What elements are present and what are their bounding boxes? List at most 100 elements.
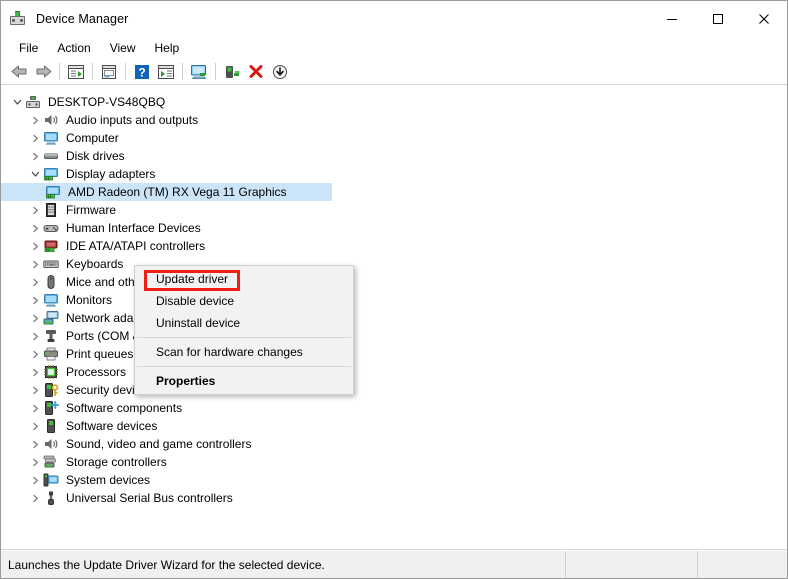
chevron-right-icon[interactable]	[27, 147, 43, 165]
context-menu-item-update-driver[interactable]: Update driver	[135, 268, 353, 290]
tree-item-label: Display adapters	[66, 167, 156, 181]
minimize-button[interactable]	[649, 1, 695, 36]
chevron-right-icon[interactable]	[27, 291, 43, 309]
tree-item-computer[interactable]: Computer	[1, 129, 787, 147]
status-panel-3	[698, 551, 787, 578]
chevron-right-icon[interactable]	[27, 363, 43, 381]
context-menu-item-scan-for-hardware-changes[interactable]: Scan for hardware changes	[135, 341, 353, 363]
chevron-right-icon[interactable]	[27, 273, 43, 291]
tree-item-human-interface-devices[interactable]: Human Interface Devices	[1, 219, 787, 237]
toolbar: ?	[1, 59, 787, 85]
tree-item-audio-inputs-and-outputs[interactable]: Audio inputs and outputs	[1, 111, 787, 129]
tree-item-disk-drives[interactable]: Disk drives	[1, 147, 787, 165]
menu-bar: File Action View Help	[1, 36, 787, 59]
menu-help[interactable]: Help	[147, 38, 188, 58]
show-hide-console-tree-icon[interactable]	[64, 61, 88, 83]
tree-item-label: AMD Radeon (TM) RX Vega 11 Graphics	[66, 184, 289, 200]
forward-icon[interactable]	[31, 61, 55, 83]
software-component-icon	[43, 400, 59, 416]
title-bar: Device Manager	[1, 1, 787, 36]
chevron-right-icon[interactable]	[27, 489, 43, 507]
toolbar-separator-2	[92, 63, 93, 80]
show-hide-action-pane-icon[interactable]	[154, 61, 178, 83]
tree-item-label: Disk drives	[66, 149, 125, 163]
close-button[interactable]	[741, 1, 787, 36]
chevron-right-icon[interactable]	[27, 327, 43, 345]
menu-file[interactable]: File	[11, 38, 46, 58]
tree-item-display-adapters[interactable]: Display adapters	[1, 165, 787, 183]
tree-item-software-components[interactable]: Software components	[1, 399, 787, 417]
chevron-right-icon[interactable]	[27, 417, 43, 435]
tree-item-monitors[interactable]: Monitors	[1, 291, 787, 309]
chevron-right-icon[interactable]	[27, 309, 43, 327]
context-menu-separator-1	[137, 337, 351, 338]
chevron-right-icon[interactable]	[27, 381, 43, 399]
tree-root-row[interactable]: DESKTOP-VS48QBQ	[1, 93, 787, 111]
tree-item-label: IDE ATA/ATAPI controllers	[66, 239, 206, 253]
status-panel-2	[566, 551, 698, 578]
chevron-right-icon[interactable]	[27, 237, 43, 255]
tree-item-label: Print queues	[66, 347, 134, 361]
tree-item-ports-com-lpt[interactable]: Ports (COM & LPT)	[1, 327, 787, 345]
chevron-right-icon[interactable]	[27, 471, 43, 489]
display-adapter-icon	[45, 184, 61, 200]
chevron-right-icon[interactable]	[27, 453, 43, 471]
context-menu-item-uninstall-device[interactable]: Uninstall device	[135, 312, 353, 334]
chevron-right-icon[interactable]	[27, 345, 43, 363]
tree-item-security-devices[interactable]: Security devices	[1, 381, 787, 399]
tree-item-print-queues[interactable]: Print queues	[1, 345, 787, 363]
tree-item-amd-radeon-graphics[interactable]: AMD Radeon (TM) RX Vega 11 Graphics	[1, 183, 332, 201]
update-driver-icon[interactable]	[220, 61, 244, 83]
tree-item-storage-controllers[interactable]: Storage controllers	[1, 453, 787, 471]
menu-action[interactable]: Action	[49, 38, 98, 58]
port-icon	[43, 328, 59, 344]
properties-icon[interactable]	[97, 61, 121, 83]
menu-view[interactable]: View	[102, 38, 144, 58]
chevron-down-icon[interactable]	[9, 93, 25, 111]
system-device-icon	[43, 472, 59, 488]
chevron-right-icon[interactable]	[27, 255, 43, 273]
tree-item-label: Software devices	[66, 419, 158, 433]
disable-device-icon[interactable]	[268, 61, 292, 83]
maximize-button[interactable]	[695, 1, 741, 36]
chevron-right-icon[interactable]	[27, 129, 43, 147]
tree-item-label: System devices	[66, 473, 151, 487]
context-menu-item-properties[interactable]: Properties	[135, 370, 353, 392]
tree-item-label: Sound, video and game controllers	[66, 437, 252, 451]
device-context-menu[interactable]: Update driver Disable device Uninstall d…	[134, 265, 354, 395]
tree-item-label: Monitors	[66, 293, 113, 307]
speaker-icon	[43, 112, 59, 128]
tree-item-universal-serial-bus-controllers[interactable]: Universal Serial Bus controllers	[1, 489, 787, 507]
context-menu-item-disable-device[interactable]: Disable device	[135, 290, 353, 312]
tree-item-software-devices[interactable]: Software devices	[1, 417, 787, 435]
tree-item-firmware[interactable]: Firmware	[1, 201, 787, 219]
toolbar-separator-1	[59, 63, 60, 80]
tree-item-ide-ata-atapi-controllers[interactable]: IDE ATA/ATAPI controllers	[1, 237, 787, 255]
disk-drive-icon	[43, 148, 59, 164]
back-icon[interactable]	[7, 61, 31, 83]
chevron-right-icon[interactable]	[27, 111, 43, 129]
toolbar-separator-5	[215, 63, 216, 80]
tree-item-sound-video-and-game-controllers[interactable]: Sound, video and game controllers	[1, 435, 787, 453]
device-manager-window: Device Manager File Action View Help ? D…	[0, 0, 788, 579]
device-tree-panel[interactable]: DESKTOP-VS48QBQ Audio inputs and outputs	[1, 85, 787, 550]
printer-icon	[43, 346, 59, 362]
scan-for-hardware-changes-icon[interactable]	[187, 61, 211, 83]
tree-item-label: Software components	[66, 401, 183, 415]
chevron-right-icon[interactable]	[27, 219, 43, 237]
uninstall-device-icon[interactable]	[244, 61, 268, 83]
chevron-right-icon[interactable]	[27, 201, 43, 219]
tree-item-network-adapters[interactable]: Network adapters	[1, 309, 787, 327]
help-icon[interactable]: ?	[130, 61, 154, 83]
tree-item-system-devices[interactable]: System devices	[1, 471, 787, 489]
software-device-icon	[43, 418, 59, 434]
mouse-icon	[43, 274, 59, 290]
tree-item-keyboards[interactable]: Keyboards	[1, 255, 787, 273]
tree-root-label: DESKTOP-VS48QBQ	[48, 95, 166, 109]
chevron-right-icon[interactable]	[27, 399, 43, 417]
tree-item-mice-and-other-pointing-devices[interactable]: Mice and other pointing devices	[1, 273, 787, 291]
chevron-down-icon[interactable]	[27, 165, 43, 183]
context-menu-separator-2	[137, 366, 351, 367]
chevron-right-icon[interactable]	[27, 435, 43, 453]
tree-item-processors[interactable]: Processors	[1, 363, 787, 381]
